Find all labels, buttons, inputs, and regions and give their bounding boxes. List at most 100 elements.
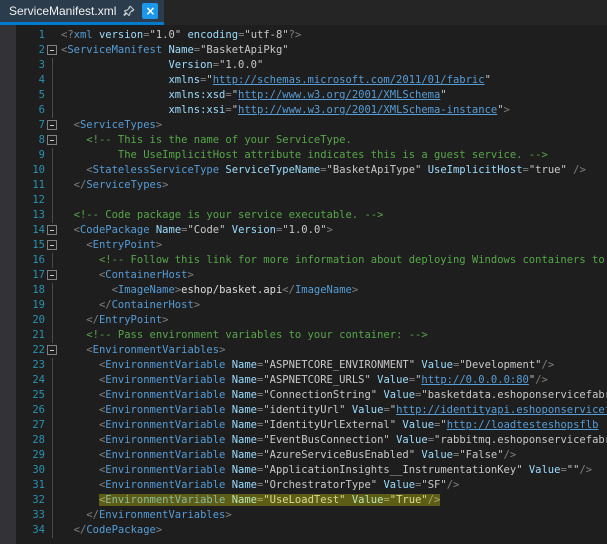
code-line[interactable]: 3 Version="1.0.0" [0,58,607,73]
fold-guide [45,523,61,538]
fold-toggle-icon[interactable] [45,223,61,238]
line-number: 13 [16,208,45,223]
code-line[interactable]: 22 <EnvironmentVariables> [0,343,607,358]
code-line[interactable]: 33 </EnvironmentVariables> [0,508,607,523]
code-line[interactable]: 19 </ContainerHost> [0,298,607,313]
code-text: </EntryPoint> [61,313,169,328]
fold-toggle-icon[interactable] [45,343,61,358]
code-line[interactable]: 29 <EnvironmentVariable Name="AzureServi… [0,448,607,463]
code-line[interactable]: 30 <EnvironmentVariable Name="Applicatio… [0,463,607,478]
line-number: 28 [16,433,45,448]
fold-toggle-icon[interactable] [45,238,61,253]
line-number: 3 [16,58,45,73]
line-number: 6 [16,103,45,118]
code-line[interactable]: 17 <ContainerHost> [0,268,607,283]
code-line[interactable]: 7 <ServiceTypes> [0,118,607,133]
line-number: 9 [16,148,45,163]
code-line[interactable]: 26 <EnvironmentVariable Name="identityUr… [0,403,607,418]
code-line[interactable]: 5 xmlns:xsd="http://www.w3.org/2001/XMLS… [0,88,607,103]
code-text: </EnvironmentVariables> [61,508,232,523]
fold-toggle-icon[interactable] [45,268,61,283]
code-text: <ServiceManifest Name="BasketApiPkg" [61,43,289,58]
code-line[interactable]: 14 <CodePackage Name="Code" Version="1.0… [0,223,607,238]
fold-guide [45,103,61,118]
line-number: 19 [16,298,45,313]
line-number: 1 [16,28,45,43]
code-line[interactable]: 31 <EnvironmentVariable Name="Orchestrat… [0,478,607,493]
fold-guide [45,388,61,403]
code-line[interactable]: 20 </EntryPoint> [0,313,607,328]
code-line[interactable]: 15 <EntryPoint> [0,238,607,253]
fold-guide [45,73,61,88]
code-line[interactable]: 25 <EnvironmentVariable Name="Connection… [0,388,607,403]
code-line[interactable]: 28 <EnvironmentVariable Name="EventBusCo… [0,433,607,448]
fold-toggle-icon[interactable] [45,133,61,148]
line-number: 4 [16,73,45,88]
code-line[interactable]: 16 <!-- Follow this link for more inform… [0,253,607,268]
code-line[interactable]: 10 <StatelessServiceType ServiceTypeName… [0,163,607,178]
code-line[interactable]: 8 <!-- This is the name of your ServiceT… [0,133,607,148]
find-match-highlight: <EnvironmentVariable Name="UseLoadTest" … [99,494,440,506]
code-line[interactable]: 9 The UseImplicitHost attribute indicate… [0,148,607,163]
line-number: 29 [16,448,45,463]
line-number: 23 [16,358,45,373]
code-lines: 1<?xml version="1.0" encoding="utf-8"?>2… [0,28,607,538]
code-text: <EnvironmentVariable Name="ASPNETCORE_UR… [61,373,548,388]
close-icon[interactable]: × [142,3,158,19]
line-number: 34 [16,523,45,538]
code-line[interactable]: 4 xmlns="http://schemas.microsoft.com/20… [0,73,607,88]
code-line[interactable]: 12 [0,193,607,208]
code-line[interactable]: 18 <ImageName>eshop/basket.api</ImageNam… [0,283,607,298]
code-line[interactable]: 2<ServiceManifest Name="BasketApiPkg" [0,43,607,58]
line-number: 15 [16,238,45,253]
code-text: Version="1.0.0" [61,58,263,73]
tab-title: ServiceManifest.xml [9,4,116,19]
code-line[interactable]: 24 <EnvironmentVariable Name="ASPNETCORE… [0,373,607,388]
code-text: <EnvironmentVariable Name="OrchestratorT… [61,478,459,493]
fold-guide [45,28,61,43]
code-line[interactable]: 27 <EnvironmentVariable Name="IdentityUr… [0,418,607,433]
fold-guide [45,328,61,343]
fold-guide [45,283,61,298]
code-text: <EnvironmentVariables> [61,343,225,358]
code-text: </ContainerHost> [61,298,200,313]
code-text: <CodePackage Name="Code" Version="1.0.0"… [61,223,333,238]
line-number: 26 [16,403,45,418]
fold-toggle-icon[interactable] [45,43,61,58]
fold-guide [45,358,61,373]
code-line[interactable]: 34 </CodePackage> [0,523,607,538]
fold-guide [45,403,61,418]
code-line[interactable]: 21 <!-- Pass environment variables to yo… [0,328,607,343]
line-number: 17 [16,268,45,283]
fold-guide [45,193,61,208]
fold-guide [45,463,61,478]
line-number: 5 [16,88,45,103]
code-text: <EnvironmentVariable Name="ASPNETCORE_EN… [61,358,554,373]
fold-toggle-icon[interactable] [45,118,61,133]
fold-guide [45,313,61,328]
code-line[interactable]: 13 <!-- Code package is your service exe… [0,208,607,223]
code-editor[interactable]: 1<?xml version="1.0" encoding="utf-8"?>2… [0,25,607,544]
fold-guide [45,448,61,463]
code-line[interactable]: 6 xmlns:xsi="http://www.w3.org/2001/XMLS… [0,103,607,118]
code-text: <StatelessServiceType ServiceTypeName="B… [61,163,586,178]
code-line[interactable]: 32 <EnvironmentVariable Name="UseLoadTes… [0,493,607,508]
code-text: <EnvironmentVariable Name="ConnectionStr… [61,388,607,403]
pin-icon[interactable] [123,5,135,17]
tab-servicemanifest[interactable]: ServiceManifest.xml × [0,0,164,25]
line-number: 14 [16,223,45,238]
fold-guide [45,493,61,508]
line-number: 27 [16,418,45,433]
fold-guide [45,58,61,73]
fold-guide [45,163,61,178]
fold-guide [45,88,61,103]
fold-guide [45,433,61,448]
fold-guide [45,253,61,268]
line-number: 18 [16,283,45,298]
code-line[interactable]: 1<?xml version="1.0" encoding="utf-8"?> [0,28,607,43]
code-line[interactable]: 11 </ServiceTypes> [0,178,607,193]
fold-guide [45,298,61,313]
fold-guide [45,418,61,433]
code-text: <!-- Follow this link for more informati… [61,253,607,268]
code-line[interactable]: 23 <EnvironmentVariable Name="ASPNETCORE… [0,358,607,373]
